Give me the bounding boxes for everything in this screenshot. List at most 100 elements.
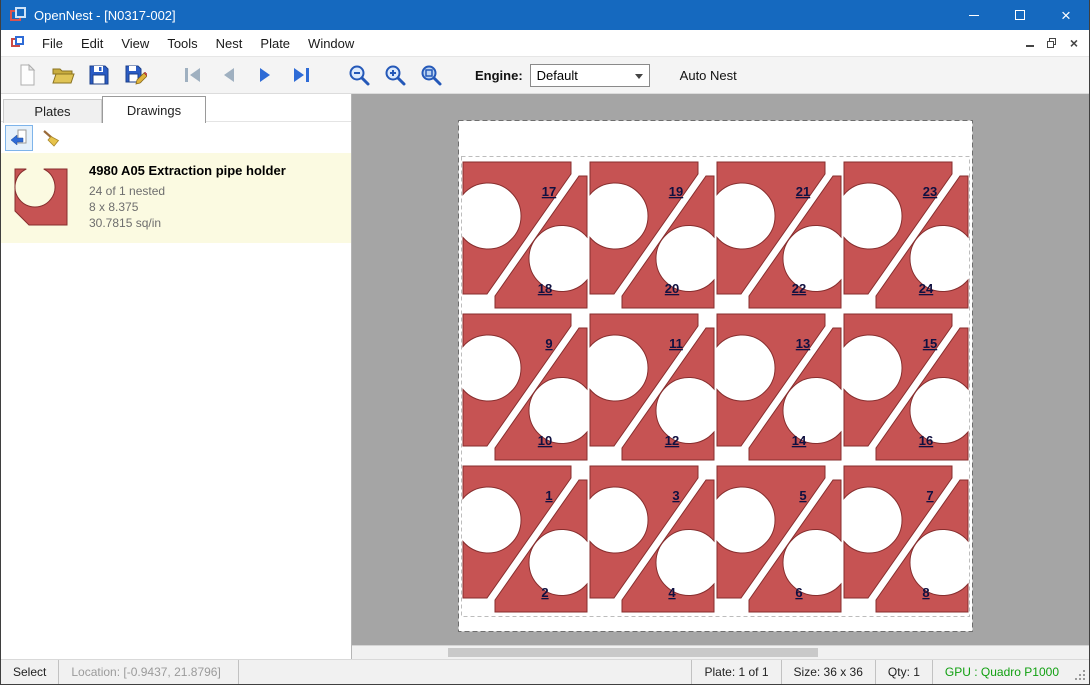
mdi-restore-icon [1047, 38, 1057, 48]
opennest-window: OpenNest - [N0317-002] × File Edit View … [0, 0, 1090, 685]
engine-selected-value: Default [537, 68, 578, 83]
menu-item-tools[interactable]: Tools [158, 30, 206, 56]
part-number-label: 3 [672, 488, 679, 503]
drawing-title: 4980 A05 Extraction pipe holder [89, 163, 286, 178]
save-edit-icon [123, 63, 147, 87]
menu-item-window[interactable]: Window [299, 30, 363, 56]
mdi-child-icon[interactable] [11, 36, 25, 50]
part-thumbnail [13, 163, 71, 229]
part-number-label: 15 [923, 336, 937, 351]
zoom-in-button[interactable] [377, 59, 413, 91]
part-number-label: 10 [538, 433, 552, 448]
resize-grip-icon [1073, 668, 1087, 682]
save-button[interactable] [81, 59, 117, 91]
part-number-label: 19 [669, 184, 683, 199]
part-number-label: 12 [665, 433, 679, 448]
mdi-controls: × [1019, 30, 1085, 56]
nav-next-button[interactable] [247, 59, 283, 91]
plate-sheet[interactable]: 171819202122232491011121314151612345678 [458, 120, 973, 637]
new-button[interactable] [9, 59, 45, 91]
drawing-nested-count: 24 of 1 nested [89, 183, 286, 199]
title-bar: OpenNest - [N0317-002] × [1, 0, 1089, 30]
mdi-minimize-icon [1026, 45, 1034, 47]
zoom-out-button[interactable] [341, 59, 377, 91]
left-panel: Plates Drawings [1, 94, 352, 659]
tab-plates[interactable]: Plates [3, 99, 102, 123]
part-number-label: 1 [545, 488, 552, 503]
menu-item-view[interactable]: View [112, 30, 158, 56]
zoom-fit-button[interactable] [413, 59, 449, 91]
app-icon [10, 7, 26, 23]
close-button[interactable]: × [1043, 0, 1089, 30]
menu-item-nest[interactable]: Nest [207, 30, 252, 56]
part-number-label: 5 [799, 488, 806, 503]
zoom-fit-icon [419, 63, 443, 87]
open-button[interactable] [45, 59, 81, 91]
zoom-out-icon [347, 63, 371, 87]
part-number-label: 22 [792, 281, 806, 296]
status-size: Size: 36 x 36 [781, 660, 875, 684]
menu-bar: File Edit View Tools Nest Plate Window × [1, 30, 1089, 56]
horizontal-scrollbar[interactable] [352, 645, 1089, 659]
panel-tabstrip: Plates Drawings [1, 94, 351, 121]
mdi-restore-button[interactable] [1041, 33, 1063, 53]
part-number-label: 9 [545, 336, 552, 351]
part-number-label: 23 [923, 184, 937, 199]
part-number-label: 4 [668, 585, 676, 600]
drawing-list-item[interactable]: 4980 A05 Extraction pipe holder 24 of 1 … [1, 153, 351, 243]
engine-label: Engine: [475, 68, 523, 83]
maximize-button[interactable] [997, 0, 1043, 30]
part-number-label: 2 [541, 585, 548, 600]
open-folder-icon [51, 63, 75, 87]
scrollbar-thumb[interactable] [448, 648, 818, 657]
minimize-icon [969, 15, 979, 16]
part-number-label: 16 [919, 433, 933, 448]
save-icon [87, 63, 111, 87]
menu-item-edit[interactable]: Edit [72, 30, 112, 56]
mdi-close-button[interactable]: × [1063, 33, 1085, 53]
nav-first-button[interactable] [175, 59, 211, 91]
return-part-button[interactable] [5, 125, 33, 151]
arrow-left-icon [9, 128, 29, 148]
menu-item-plate[interactable]: Plate [251, 30, 299, 56]
part-number-label: 21 [796, 184, 810, 199]
part-number-label: 18 [538, 281, 552, 296]
status-bar: Select Location: [-0.9437, 21.8796] Plat… [1, 659, 1089, 684]
drawings-toolbar [1, 121, 351, 153]
new-document-icon [15, 63, 39, 87]
engine-select[interactable]: Default [530, 64, 650, 87]
nav-prev-icon [217, 63, 241, 87]
part-number-label: 20 [665, 281, 679, 296]
status-location: Location: [-0.9437, 21.8796] [59, 660, 239, 684]
menu-item-file[interactable]: File [33, 30, 72, 56]
auto-nest-button[interactable]: Auto Nest [680, 68, 737, 83]
mdi-minimize-button[interactable] [1019, 33, 1041, 53]
drawing-area: 30.7815 sq/in [89, 215, 286, 231]
part-number-label: 8 [922, 585, 929, 600]
window-title: OpenNest - [N0317-002] [34, 8, 176, 23]
drawing-size: 8 x 8.375 [89, 199, 286, 215]
nav-last-button[interactable] [283, 59, 319, 91]
part-number-label: 17 [542, 184, 556, 199]
part-number-label: 13 [796, 336, 810, 351]
zoom-in-icon [383, 63, 407, 87]
status-gpu: GPU : Quadro P1000 [932, 660, 1071, 684]
save-edit-button[interactable] [117, 59, 153, 91]
part-number-label: 11 [669, 336, 683, 351]
part-number-label: 24 [919, 281, 934, 296]
part-number-label: 7 [926, 488, 933, 503]
nav-next-icon [253, 63, 277, 87]
resize-grip[interactable] [1071, 660, 1089, 684]
nest-canvas[interactable]: 171819202122232491011121314151612345678 [352, 94, 1089, 659]
clear-nest-button[interactable] [37, 125, 65, 151]
chevron-down-icon [635, 74, 643, 79]
part-number-label: 14 [792, 433, 807, 448]
minimize-button[interactable] [951, 0, 997, 30]
tab-drawings[interactable]: Drawings [102, 96, 206, 123]
close-icon: × [1061, 7, 1071, 24]
nav-prev-button[interactable] [211, 59, 247, 91]
status-mode: Select [1, 660, 59, 684]
status-qty: Qty: 1 [875, 660, 932, 684]
main-toolbar: Engine: Default Auto Nest [1, 56, 1089, 94]
nav-first-icon [181, 63, 205, 87]
